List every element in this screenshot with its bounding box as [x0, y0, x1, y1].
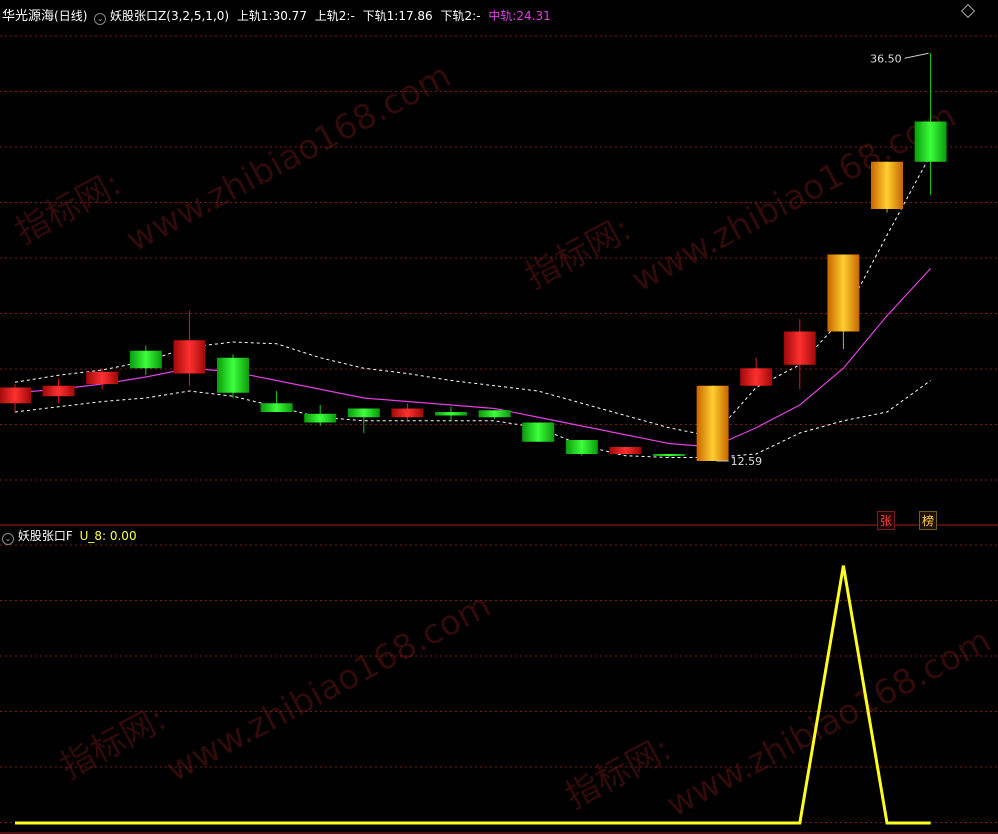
- candle-body: [304, 413, 337, 423]
- band-line: [14, 380, 931, 458]
- main-header: 华光源海(日线) ⌄ 妖股张口Z(3,2,5,1,0) 上轨1:30.77 上轨…: [2, 5, 551, 25]
- down1-label: 下轨1:: [362, 9, 399, 23]
- candle-body: [609, 447, 642, 454]
- sub-series-label: U_8:: [79, 529, 107, 543]
- down2-value: -: [476, 9, 481, 23]
- band-line: [14, 154, 932, 438]
- up2-label: 上轨2:: [314, 9, 351, 23]
- mid-label: 中轨:: [488, 9, 517, 23]
- sub-series-value: 0.00: [109, 529, 137, 543]
- candle-body: [653, 454, 685, 456]
- candle-body: [565, 440, 598, 454]
- sub-indicator-menu-icon[interactable]: ⌄: [2, 533, 14, 545]
- sub-header: ⌄ 妖股张口F U_8: 0.00: [2, 527, 137, 545]
- candles: [0, 53, 947, 461]
- candle-body: [86, 371, 119, 384]
- candle-body: [740, 368, 773, 386]
- sub-indicator-line: [15, 565, 931, 825]
- candle-body: [435, 412, 467, 416]
- extreme-labels: 36.50 12.59: [716, 52, 929, 468]
- period-label: (日线): [54, 9, 88, 23]
- bang-marker: 榜: [919, 511, 938, 530]
- sub-indicator-name[interactable]: 妖股张口F: [18, 529, 73, 543]
- candle-body: [696, 385, 729, 461]
- candle-body: [173, 340, 206, 374]
- indicator-params: (3,2,5,1,0): [166, 9, 230, 23]
- zhang-marker: 张: [877, 511, 896, 530]
- up1-label: 上轨1:: [236, 9, 273, 23]
- indicator-name[interactable]: 妖股张口Z: [110, 9, 166, 23]
- down1-value: 17.86: [398, 9, 433, 23]
- band-lines: [14, 154, 932, 458]
- min-label: 12.59: [731, 455, 763, 468]
- candle-body: [914, 121, 947, 162]
- candle-body: [260, 403, 293, 412]
- candle-body: [347, 408, 380, 418]
- max-label: 36.50: [870, 52, 902, 65]
- up2-value: -: [350, 9, 355, 23]
- candle-body: [871, 161, 903, 209]
- max-pointer: [904, 52, 929, 59]
- candle-body: [42, 385, 75, 397]
- chart-canvas[interactable]: 36.50 12.59: [0, 0, 998, 834]
- stock-name[interactable]: 华光源海: [2, 9, 54, 24]
- candle-body: [0, 387, 31, 404]
- down2-label: 下轨2:: [440, 9, 477, 23]
- mid-value: 24.31: [516, 9, 551, 23]
- candle-body: [217, 357, 249, 393]
- candle-body: [478, 410, 511, 418]
- indicator-menu-icon[interactable]: ⌄: [94, 13, 107, 25]
- candle-body: [827, 254, 860, 332]
- candle-body: [522, 422, 555, 442]
- candle-body: [391, 408, 424, 418]
- up1-value: 30.77: [272, 9, 307, 23]
- u8-line: [15, 565, 931, 825]
- candle-body: [129, 350, 162, 369]
- candle-body: [783, 331, 816, 365]
